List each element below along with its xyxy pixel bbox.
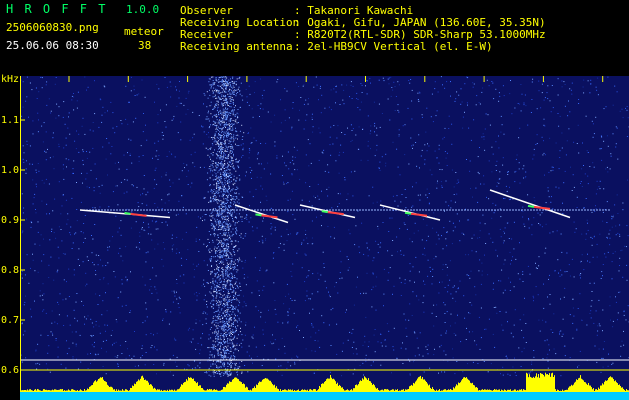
date-time: 25.06.06 08:30: [6, 39, 99, 52]
hrofft-window: H R O F F T 1.0.0 2506060830.png meteor …: [0, 0, 629, 400]
plot-background: [20, 76, 629, 400]
meteor-echo-edge: [321, 210, 328, 214]
meteor-echo-edge: [124, 211, 131, 215]
spectrogram-plot: [20, 76, 629, 400]
meteor-echo-edge: [255, 213, 262, 217]
file-name: 2506060830.png: [6, 21, 99, 34]
level-bar: [20, 392, 629, 400]
y-tick-label: 1.0: [1, 165, 20, 176]
y-tick-label: 0.9: [1, 215, 20, 226]
y-tick-label: 0.8: [1, 265, 20, 276]
meteor-echo-edge: [404, 211, 412, 215]
meteor-label: meteor: [124, 25, 164, 38]
spectrogram: [20, 76, 629, 400]
y-axis-unit: kHz: [1, 74, 20, 85]
y-tick-label: 1.1: [1, 115, 20, 126]
app-version: 1.0.0: [126, 3, 160, 16]
y-tick-label: 0.6: [1, 365, 20, 376]
meteor-count: 38: [138, 39, 152, 52]
info-key: Receiving antenna: [180, 40, 293, 53]
meteor-echo-edge: [527, 204, 535, 208]
y-tick-label: 0.7: [1, 315, 20, 326]
app-name: H R O F F T: [6, 2, 108, 16]
info-value: : 2el-HB9CV Vertical (el. E-W): [294, 40, 493, 53]
